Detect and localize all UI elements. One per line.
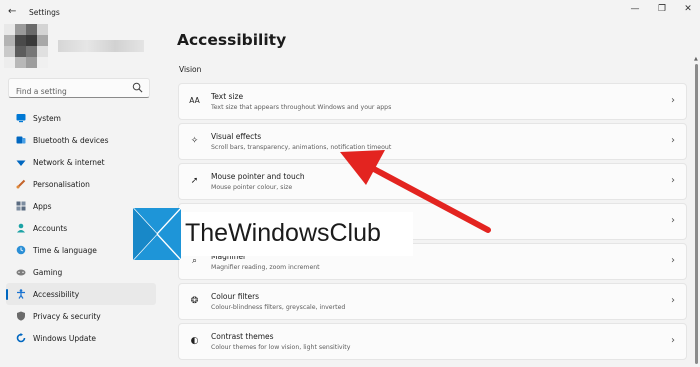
search-input[interactable] (9, 82, 129, 101)
apps-icon (16, 201, 26, 211)
search-box[interactable] (8, 78, 150, 101)
card-text-size[interactable]: AA Text size Text size that appears thro… (178, 83, 687, 120)
card-title: Text size (211, 92, 244, 101)
brush-icon (16, 179, 26, 189)
sidebar-item-windows-update[interactable]: Windows Update (6, 327, 156, 349)
sidebar-item-personalisation[interactable]: Personalisation (6, 173, 156, 195)
card-mouse-pointer-touch[interactable]: ➚ Mouse pointer and touch Mouse pointer … (178, 163, 687, 200)
card-visual-effects[interactable]: ✧ Visual effects Scroll bars, transparen… (178, 123, 687, 160)
card-subtitle: Colour-blindness filters, greyscale, inv… (211, 304, 346, 311)
pointer-icon: ➚ (190, 176, 199, 186)
chevron-right-icon: › (671, 95, 675, 106)
scroll-up-icon[interactable]: ▲ (694, 56, 698, 62)
sidebar-item-label: Apps (33, 201, 52, 211)
shield-icon (17, 311, 25, 321)
sidebar-item-label: Windows Update (33, 333, 97, 343)
color-filter-icon: ❂ (190, 296, 199, 306)
sidebar-item-gaming[interactable]: Gaming (6, 261, 156, 283)
sidebar-item-accessibility[interactable]: Accessibility (6, 283, 156, 305)
card-title: Colour filters (211, 292, 260, 301)
update-icon (16, 333, 26, 343)
sidebar-item-label: Network & internet (33, 157, 105, 167)
minimize-icon[interactable]: — (628, 4, 642, 14)
sidebar-item-label: Accounts (33, 223, 68, 233)
contrast-icon: ◐ (190, 336, 199, 346)
thewindowsclub-logo (133, 208, 181, 260)
card-title: Contrast themes (211, 332, 274, 341)
sidebar-item-privacy-security[interactable]: Privacy & security (6, 305, 156, 327)
card-subtitle: Text size that appears throughout Window… (211, 104, 392, 111)
watermark: TheWindowsClub (133, 208, 413, 260)
avatar[interactable] (4, 24, 48, 68)
watermark-text: TheWindowsClub (185, 219, 381, 247)
chevron-right-icon: › (671, 135, 675, 146)
sidebar-item-label: Gaming (33, 267, 63, 277)
chevron-right-icon: › (671, 215, 675, 226)
card-contrast-themes[interactable]: ◐ Contrast themes Colour themes for low … (178, 323, 687, 360)
sidebar-item-label: Privacy & security (33, 311, 101, 321)
sidebar-item-system[interactable]: System (6, 107, 156, 129)
app-title: Settings (29, 8, 60, 17)
globe-clock-icon (16, 245, 26, 255)
user-name-blurred (58, 40, 144, 52)
sidebar-item-label: Accessibility (33, 289, 80, 299)
maximize-icon[interactable]: ❐ (655, 4, 669, 14)
scrollbar[interactable]: ▲ (694, 56, 699, 364)
card-title: Visual effects (211, 132, 262, 141)
chevron-right-icon: › (671, 175, 675, 186)
text-size-icon: AA (189, 96, 200, 105)
scroll-thumb[interactable] (695, 64, 698, 364)
sidebar-item-bluetooth-devices[interactable]: Bluetooth & devices (6, 129, 156, 151)
card-title: Mouse pointer and touch (211, 172, 305, 181)
card-colour-filters[interactable]: ❂ Colour filters Colour-blindness filter… (178, 283, 687, 320)
monitor-icon (16, 114, 26, 123)
card-subtitle: Colour themes for low vision, light sens… (211, 344, 351, 351)
sidebar-item-label: Personalisation (33, 179, 90, 189)
sidebar-item-network-internet[interactable]: Network & internet (6, 151, 156, 173)
person-icon (17, 223, 25, 233)
chevron-right-icon: › (671, 335, 675, 346)
title-bar: ← Settings — ❐ ✕ (0, 0, 700, 26)
controller-icon (16, 269, 26, 276)
sidebar-item-label: System (33, 113, 61, 123)
bluetooth-icon (16, 136, 26, 144)
back-arrow-icon[interactable]: ← (8, 6, 16, 17)
wifi-icon (16, 160, 26, 166)
section-heading-vision: Vision (179, 65, 202, 74)
sparkle-icon: ✧ (190, 136, 199, 146)
search-icon[interactable] (132, 82, 143, 93)
sidebar-item-label: Time & language (33, 245, 97, 255)
sidebar-item-label: Bluetooth & devices (33, 135, 109, 145)
card-subtitle: Magnifier reading, zoom increment (211, 264, 320, 271)
page-title: Accessibility (177, 31, 287, 49)
accessibility-icon (17, 289, 25, 299)
card-subtitle: Mouse pointer colour, size (211, 184, 293, 191)
close-icon[interactable]: ✕ (681, 4, 695, 14)
card-subtitle: Scroll bars, transparency, animations, n… (211, 144, 392, 151)
chevron-right-icon: › (671, 255, 675, 266)
chevron-right-icon: › (671, 295, 675, 306)
